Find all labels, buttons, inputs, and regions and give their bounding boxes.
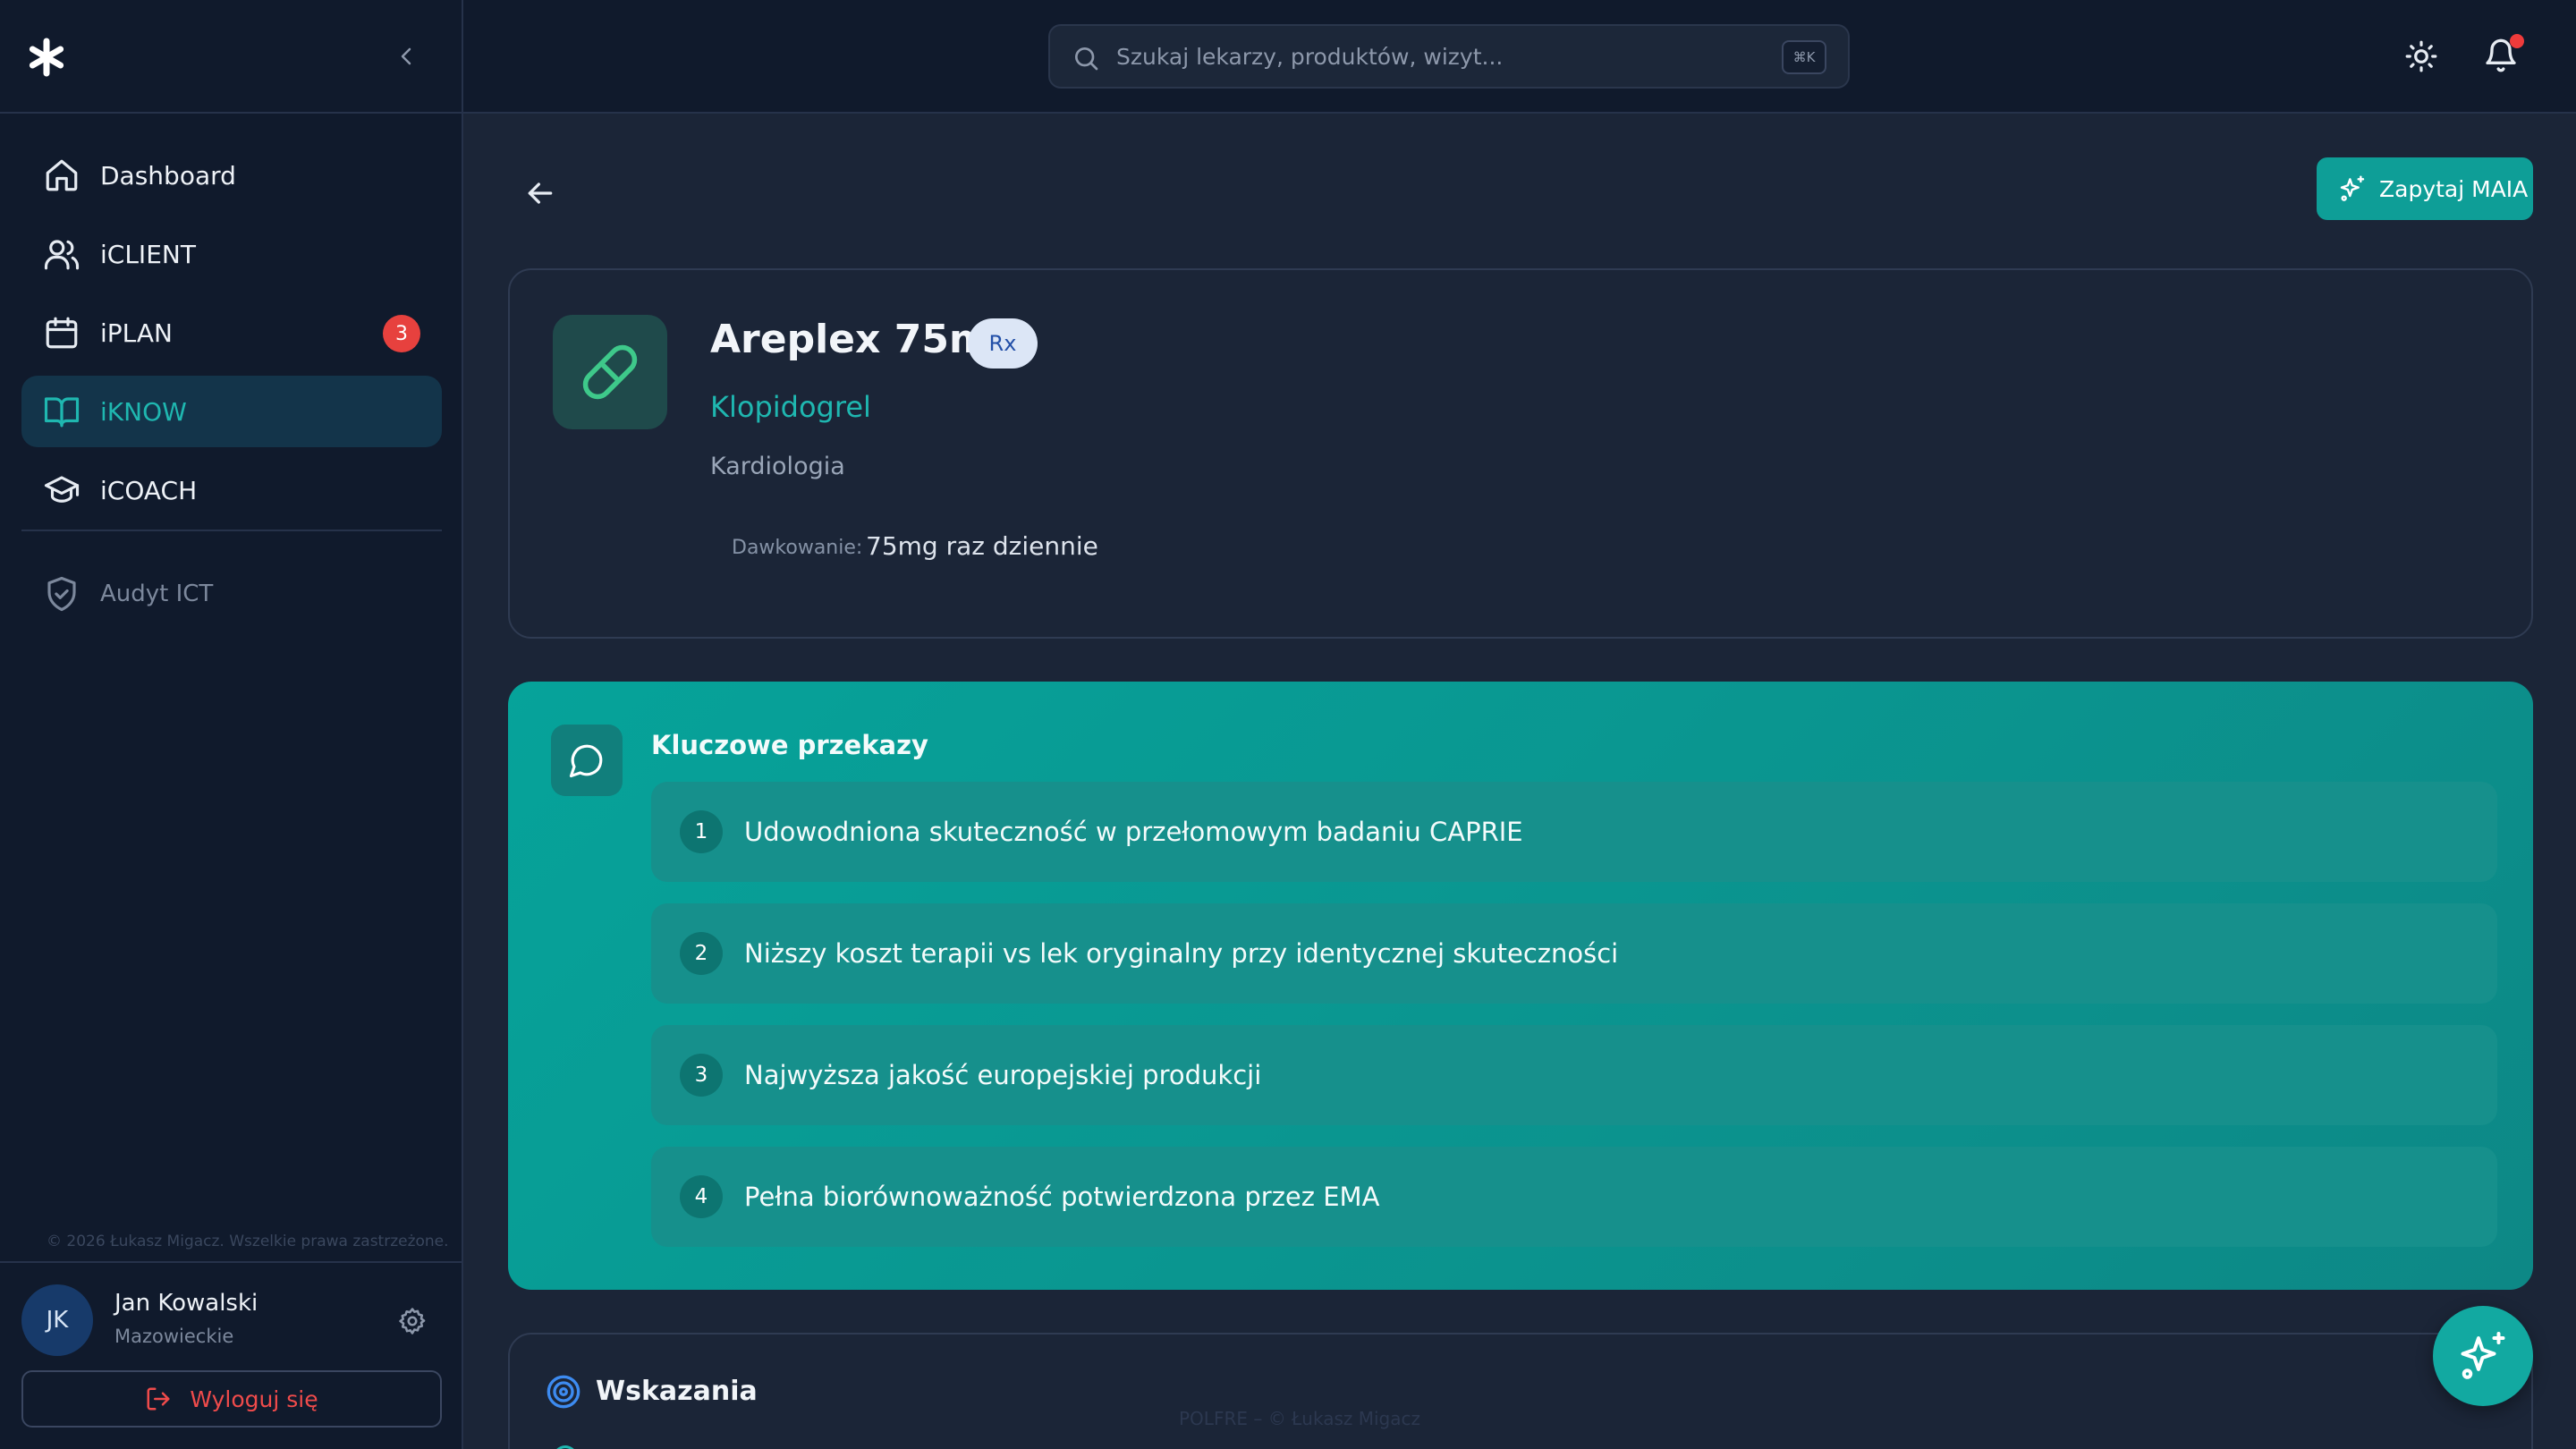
sparkles-icon: [2340, 175, 2365, 201]
pill-icon: [582, 344, 638, 400]
active-substance: Klopidogrel: [710, 390, 871, 424]
book-open-icon: [44, 397, 80, 428]
target-icon: [547, 1375, 580, 1409]
copyright-text: © 2026 Łukasz Migacz. Wszelkie prawa zas…: [47, 1233, 449, 1250]
item-number: 3: [680, 1054, 723, 1097]
global-search[interactable]: ⌘K: [1048, 24, 1850, 89]
sidebar-item-iclient[interactable]: iCLIENT: [21, 218, 442, 290]
sidebar-item-dashboard[interactable]: Dashboard: [21, 140, 442, 211]
key-messages-panel: Kluczowe przekazy 1 Udowodniona skuteczn…: [508, 682, 2533, 1290]
product-card: Areplex 75mg Rx Klopidogrel Kardiologia …: [508, 268, 2533, 639]
shield-check-icon: [47, 576, 76, 612]
logout-icon: [147, 1387, 170, 1411]
ai-assistant-fab[interactable]: [2433, 1306, 2533, 1406]
list-item: 3 Najwyższa jakość europejskiej produkcj…: [651, 1025, 2497, 1125]
sidebar-item-label: iKNOW: [100, 396, 187, 427]
avatar[interactable]: JK: [21, 1284, 93, 1356]
user-name: Jan Kowalski: [114, 1290, 258, 1317]
sidebar-divider: [21, 530, 442, 531]
item-text: Udowodniona skuteczność w przełomowym ba…: [744, 817, 1523, 847]
list-item: 1 Udowodniona skuteczność w przełomowym …: [651, 782, 2497, 882]
user-region: Mazowieckie: [114, 1326, 234, 1347]
users-icon: [44, 240, 80, 270]
therapeutic-area: Kardiologia: [710, 453, 845, 480]
sidebar-item-label: iCLIENT: [100, 239, 196, 269]
indications-section: Wskazania: [508, 1333, 2533, 1449]
notification-count-badge: 3: [383, 315, 420, 352]
list-item: 2 Niższy koszt terapii vs lek oryginalny…: [651, 903, 2497, 1004]
sidebar-item-label: Audyt ICT: [100, 580, 214, 607]
logout-label: Wyloguj się: [190, 1385, 318, 1412]
next-item-icon: [553, 1445, 578, 1449]
sidebar-header: [0, 0, 462, 114]
item-number: 2: [680, 932, 723, 975]
sidebar-footer-divider: [0, 1261, 462, 1263]
calendar-icon: [46, 317, 78, 349]
item-number: 1: [680, 810, 723, 853]
sidebar-item-iplan[interactable]: iPLAN 3: [21, 297, 442, 369]
topbar: ⌘K: [463, 0, 2576, 114]
key-messages-title: Kluczowe przekazy: [651, 730, 928, 760]
sidebar-item-label: iCOACH: [100, 475, 198, 505]
dosage-value: 75mg raz dziennie: [866, 531, 1098, 561]
settings-gear-icon[interactable]: [397, 1306, 428, 1336]
collapse-sidebar-chevron-left-icon[interactable]: [394, 43, 420, 70]
unread-notification-dot: [2510, 34, 2524, 48]
logout-button[interactable]: Wyloguj się: [21, 1370, 442, 1428]
dosage-label: Dawkowanie:: [732, 537, 863, 559]
home-icon: [46, 159, 78, 191]
key-messages-list: 1 Udowodniona skuteczność w przełomowym …: [651, 782, 2497, 1268]
sidebar-nav: Dashboard iCLIENT iPLAN 3 iKNOW iCOACH: [21, 140, 442, 533]
product-icon-box: [553, 315, 667, 429]
sidebar-item-label: Dashboard: [100, 160, 236, 191]
prescription-badge: Rx: [968, 318, 1038, 369]
message-icon-box: [551, 724, 623, 796]
theme-toggle-sun-icon[interactable]: [2404, 39, 2438, 73]
search-input[interactable]: [1116, 38, 1742, 74]
message-circle-icon: [569, 744, 603, 778]
sidebar-item-label: iPLAN: [100, 318, 174, 348]
logo-asterisk-icon[interactable]: [27, 38, 66, 77]
indications-title: Wskazania: [596, 1376, 758, 1407]
sidebar: Dashboard iCLIENT iPLAN 3 iKNOW iCOACH A…: [0, 0, 463, 1449]
graduation-cap-icon: [44, 476, 80, 503]
ask-maia-button[interactable]: Zapytaj MAIA: [2317, 157, 2533, 220]
item-text: Pełna biorównoważność potwierdzona przez…: [744, 1182, 1380, 1212]
sparkles-icon: [2461, 1332, 2505, 1379]
keyboard-shortcut-hint: ⌘K: [1782, 40, 1826, 74]
item-text: Najwyższa jakość europejskiej produkcji: [744, 1060, 1262, 1090]
footer-watermark: POLFRE – © Łukasz Migacz: [1179, 1408, 1420, 1429]
search-icon: [1075, 47, 1098, 71]
sidebar-item-iknow[interactable]: iKNOW: [21, 376, 442, 447]
back-arrow-icon[interactable]: [522, 175, 558, 211]
list-item: 4 Pełna biorównoważność potwierdzona prz…: [651, 1147, 2497, 1247]
item-text: Niższy koszt terapii vs lek oryginalny p…: [744, 938, 1619, 969]
ask-maia-label: Zapytaj MAIA: [2379, 175, 2529, 202]
sidebar-item-icoach[interactable]: iCOACH: [21, 454, 442, 526]
item-number: 4: [680, 1175, 723, 1218]
sidebar-item-audyt-ict[interactable]: Audyt ICT: [21, 558, 442, 630]
